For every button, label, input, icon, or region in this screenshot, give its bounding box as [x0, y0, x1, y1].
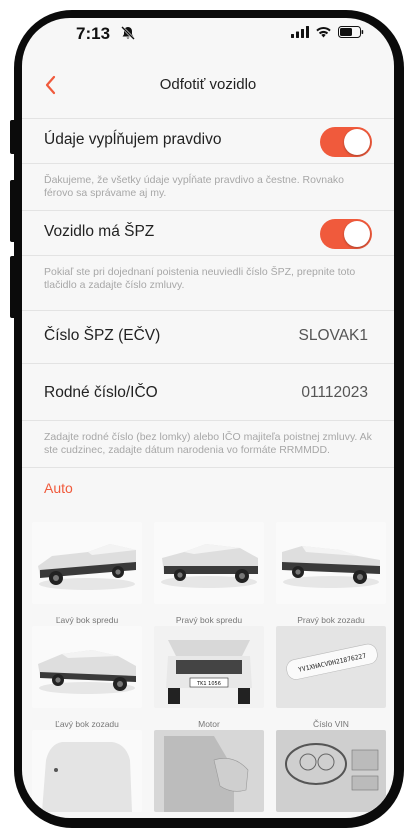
id-value[interactable]: 01112023	[301, 384, 368, 402]
spz-hint: Pokiaľ ste pri dojednaní poistenia neuvi…	[22, 256, 394, 311]
photo-tile-dashboard[interactable]	[276, 730, 386, 817]
spz-row: Vozidlo má ŠPZ	[22, 211, 394, 256]
tile-caption: Pravý bok spredu	[175, 615, 243, 625]
spz-label: Vozidlo má ŠPZ	[44, 223, 155, 240]
tile-caption: Ľavý bok zozadu	[55, 719, 119, 729]
spz-toggle[interactable]	[320, 219, 372, 249]
toggle-knob	[344, 129, 370, 155]
status-time: 7:13	[76, 24, 111, 43]
car-left-front-image	[32, 522, 142, 604]
page-title: Odfotiť vozidlo	[159, 76, 257, 93]
plate-value[interactable]: SLOVAK1	[298, 327, 368, 345]
device-frame: 7:13 Odfotiť vozidlo Údaje vypĺňujem pra…	[0, 0, 416, 833]
plate-label: Číslo ŠPZ (EČV)	[44, 327, 161, 344]
car-right-rear-image	[276, 522, 386, 604]
toggle-knob	[344, 221, 370, 247]
silent-bell-icon	[121, 26, 135, 40]
tile-caption: Číslo VIN	[313, 719, 349, 729]
id-row[interactable]: Rodné číslo/IČO 01112023	[22, 364, 394, 421]
photo-tile-left-rear[interactable]: Ľavý bok zozadu	[32, 626, 142, 729]
truthful-toggle[interactable]	[320, 127, 372, 157]
truthful-hint: Ďakujeme, že všetky údaje vypĺňate pravd…	[22, 164, 394, 211]
truthful-row: Údaje vypĺňujem pravdivo	[22, 118, 394, 164]
photo-tile-front[interactable]	[32, 730, 142, 817]
car-door-image	[154, 730, 264, 812]
photo-grid: Ľavý bok spredu Pravý bok spredu Pravý b…	[22, 504, 394, 812]
photo-tile-door[interactable]	[154, 730, 264, 817]
id-label: Rodné číslo/IČO	[44, 384, 158, 401]
photo-tile-left-front[interactable]: Ľavý bok spredu	[32, 522, 142, 625]
app-screen: 7:13 Odfotiť vozidlo Údaje vypĺňujem pra…	[22, 18, 394, 818]
section-title-auto: Auto	[44, 480, 73, 496]
form-content: Údaje vypĺňujem pravdivo Ďakujeme, že vš…	[22, 118, 394, 812]
status-icons	[291, 26, 364, 38]
car-front-image	[32, 730, 142, 812]
car-dashboard-image	[276, 730, 386, 812]
motor-plate-text: TK1 1056	[196, 681, 221, 687]
car-right-front-image	[154, 522, 264, 604]
truthful-label: Údaje vypĺňujem pravdivo	[44, 131, 222, 148]
id-hint: Zadajte rodné číslo (bez lomky) alebo IČ…	[22, 421, 394, 468]
car-motor-image: TK1 1056	[154, 626, 264, 708]
tile-caption: Ľavý bok spredu	[55, 615, 119, 625]
photo-tile-vin[interactable]: YV1XHACVDH21876227 Číslo VIN	[276, 626, 386, 729]
car-left-rear-image	[32, 626, 142, 708]
status-bar: 7:13	[22, 18, 394, 58]
photo-tile-right-rear[interactable]: Pravý bok zozadu	[276, 522, 386, 625]
photo-tile-motor[interactable]: TK1 1056 Motor	[154, 626, 264, 729]
battery-icon	[338, 26, 364, 38]
tile-caption: Pravý bok zozadu	[297, 615, 365, 625]
plate-row[interactable]: Číslo ŠPZ (EČV) SLOVAK1	[22, 311, 394, 364]
photo-tile-right-front[interactable]: Pravý bok spredu	[154, 522, 264, 625]
vin-sticker-image: YV1XHACVDH21876227	[276, 626, 386, 708]
tile-caption: Motor	[198, 719, 220, 729]
wifi-icon	[316, 26, 331, 38]
signal-icon	[291, 26, 309, 38]
nav-bar: Odfotiť vozidlo	[22, 68, 394, 110]
